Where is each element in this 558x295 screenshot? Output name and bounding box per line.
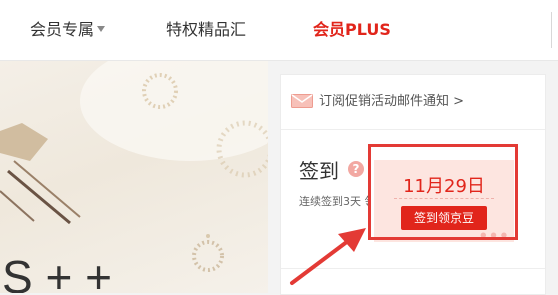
divider bbox=[281, 129, 545, 130]
sparkle-ring-icon bbox=[192, 240, 224, 272]
nav-edge-divider bbox=[551, 12, 558, 48]
banner-glow bbox=[80, 61, 268, 161]
nav-item-label: 会员专属 bbox=[30, 20, 95, 39]
help-icon[interactable]: ? bbox=[348, 161, 364, 177]
nav-item-label: 特权精品汇 bbox=[166, 20, 247, 39]
banner-artwork: S + + bbox=[0, 61, 268, 293]
promo-banner[interactable]: S + + bbox=[0, 61, 268, 293]
banner-decor-text: S + + bbox=[2, 251, 112, 293]
signin-description: 连续签到3天 领礼包 bbox=[299, 195, 371, 208]
email-subscribe-label: 订阅促销活动邮件通知 > bbox=[319, 94, 465, 109]
gift-ribbon-line bbox=[7, 169, 71, 225]
gift-ribbon-line bbox=[13, 160, 81, 218]
nav-item-member-exclusive[interactable]: 会员专属 bbox=[30, 0, 106, 60]
highlight-box bbox=[368, 144, 518, 240]
top-nav: 会员专属 特权精品汇 会员PLUS bbox=[0, 0, 558, 61]
nav-item-label: 会员PLUS bbox=[313, 20, 391, 39]
signin-title: 签到 bbox=[299, 159, 339, 183]
mail-icon bbox=[291, 93, 313, 108]
nav-item-member-plus[interactable]: 会员PLUS bbox=[313, 0, 391, 60]
nav-item-privilege-collection[interactable]: 特权精品汇 bbox=[166, 0, 246, 60]
caret-down-icon bbox=[97, 25, 106, 32]
sparkle-dot bbox=[206, 234, 210, 238]
gift-box-shape bbox=[0, 123, 48, 161]
gift-ribbon-line bbox=[0, 190, 35, 222]
pointer-arrow-icon bbox=[290, 228, 366, 285]
email-subscribe-link[interactable]: 订阅促销活动邮件通知 > bbox=[291, 92, 464, 112]
